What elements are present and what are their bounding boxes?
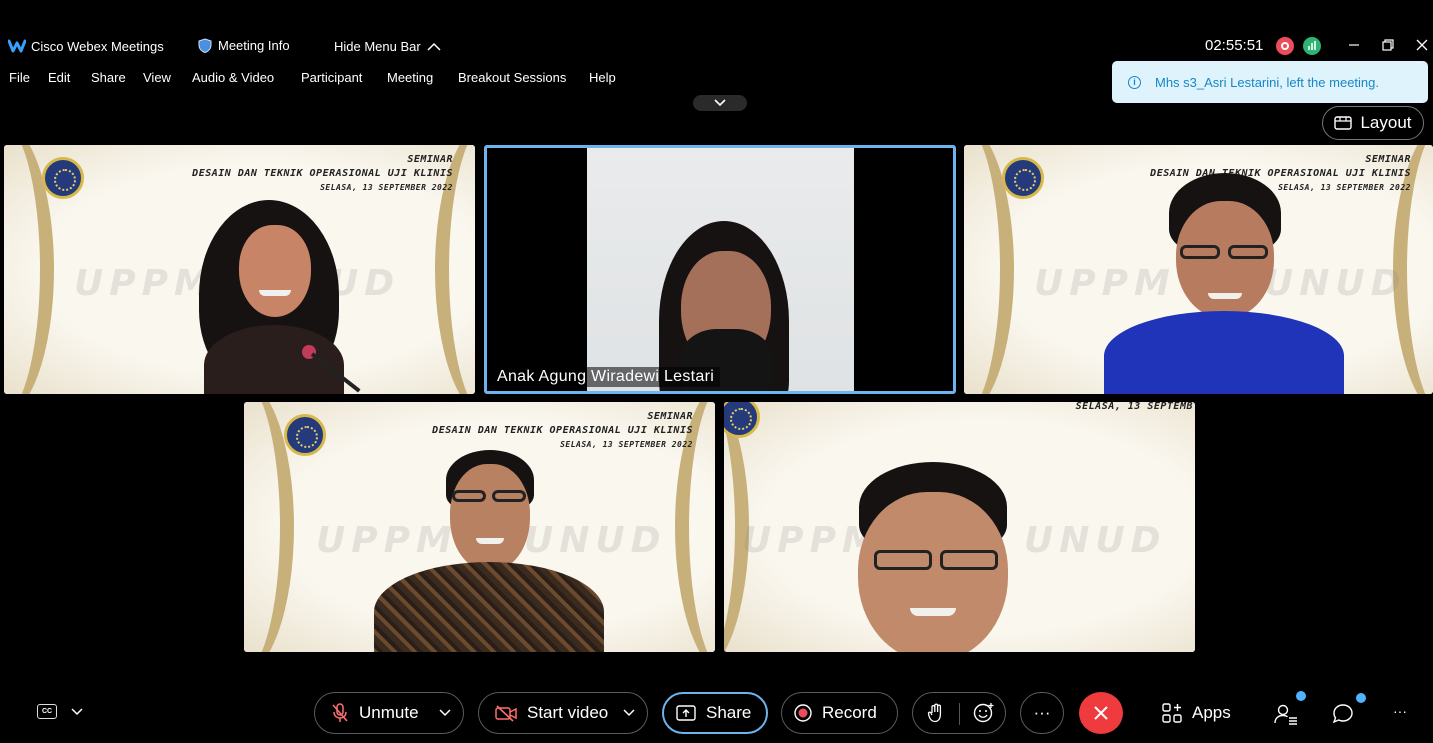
chat-bubble-icon <box>1332 704 1353 724</box>
menu-share[interactable]: Share <box>91 70 126 85</box>
record-label: Record <box>822 703 877 722</box>
menu-view[interactable]: View <box>143 70 171 85</box>
participants-button[interactable] <box>1274 691 1306 730</box>
layout-icon <box>1334 116 1353 130</box>
university-logo-icon <box>42 157 84 199</box>
chevron-down-icon[interactable] <box>623 709 635 717</box>
collapse-toggle-button[interactable] <box>693 95 747 111</box>
menu-breakout-sessions[interactable]: Breakout Sessions <box>458 70 566 85</box>
share-button[interactable]: Share <box>662 692 768 734</box>
video-tile[interactable]: SELASA, 13 SEPTEMB UPPM UNUD <box>724 402 1195 652</box>
video-tile[interactable]: SEMINAR DESAIN DAN TEKNIK OPERASIONAL UJ… <box>964 145 1433 394</box>
unmute-label: Unmute <box>359 703 419 722</box>
slide-header: SEMINAR DESAIN DAN TEKNIK OPERASIONAL UJ… <box>432 411 693 449</box>
participant-name-label: Anak Agung Wiradewi Lestari <box>491 367 721 387</box>
meeting-timer: 02:55:51 <box>1205 37 1264 54</box>
apps-label: Apps <box>1192 703 1231 722</box>
more-options-button[interactable]: ··· <box>1020 692 1064 734</box>
camera-off-icon <box>495 705 517 722</box>
menu-audio-video[interactable]: Audio & Video <box>192 70 274 85</box>
meeting-info-label: Meeting Info <box>218 38 290 53</box>
reactions-emoji-icon[interactable] <box>973 702 995 724</box>
microphone-muted-icon <box>332 703 348 722</box>
hide-menu-bar-button[interactable]: Hide Menu Bar <box>334 39 441 54</box>
video-tile-active-speaker[interactable]: Anak Agung Wiradewi Lestari <box>484 145 956 394</box>
university-logo-icon <box>284 414 326 456</box>
watermark-text: UNUD <box>1024 520 1167 561</box>
menu-meeting[interactable]: Meeting <box>387 70 433 85</box>
notification-toast: i Mhs s3_Asri Lestarini, left the meetin… <box>1112 61 1428 103</box>
apps-grid-icon <box>1162 703 1182 723</box>
minimize-icon[interactable] <box>1344 35 1364 55</box>
close-icon[interactable] <box>1412 35 1432 55</box>
chat-button[interactable] <box>1332 693 1366 730</box>
chevron-down-icon <box>714 99 726 107</box>
watermark-text: UD <box>329 263 401 304</box>
overflow-menu-icon: ··· <box>1393 703 1407 719</box>
reactions-group <box>912 692 1006 734</box>
share-label: Share <box>706 703 752 722</box>
share-screen-icon <box>676 705 696 721</box>
chevron-up-icon <box>427 42 441 51</box>
apps-button[interactable]: Apps <box>1162 703 1231 723</box>
closed-captions-icon: CC <box>37 704 57 719</box>
notification-badge <box>1296 691 1306 701</box>
start-video-label: Start video <box>527 703 609 722</box>
closed-captions-button[interactable]: CC <box>37 704 83 719</box>
network-health-icon[interactable] <box>1303 37 1321 55</box>
start-video-button[interactable]: Start video <box>478 692 648 734</box>
watermark-text: UNUD <box>524 520 667 561</box>
notification-badge <box>1356 693 1366 703</box>
more-options-icon: ··· <box>1033 703 1051 722</box>
chevron-down-icon[interactable] <box>439 709 451 717</box>
layout-button[interactable]: Layout <box>1322 106 1424 140</box>
info-icon: i <box>1128 75 1141 89</box>
layout-label: Layout <box>1360 113 1412 132</box>
toast-text: Mhs s3_Asri Lestarini, left the meeting. <box>1155 74 1379 90</box>
record-button[interactable]: Record <box>781 692 898 734</box>
menu-participant[interactable]: Participant <box>301 70 362 85</box>
leave-meeting-button[interactable] <box>1079 692 1123 734</box>
webex-logo-icon <box>8 39 26 53</box>
overflow-menu-button[interactable]: ··· <box>1393 703 1407 719</box>
close-icon <box>1094 706 1108 720</box>
watermark-text: UPPM <box>1034 263 1176 304</box>
university-logo-icon <box>1002 157 1044 199</box>
unmute-button[interactable]: Unmute <box>314 692 464 734</box>
video-tile[interactable]: SEMINAR DESAIN DAN TEKNIK OPERASIONAL UJ… <box>4 145 475 394</box>
slide-header: SELASA, 13 SEPTEMB <box>1075 402 1193 412</box>
menu-edit[interactable]: Edit <box>48 70 70 85</box>
restore-icon[interactable] <box>1378 35 1398 55</box>
hide-menu-label: Hide Menu Bar <box>334 39 421 54</box>
app-title: Cisco Webex Meetings <box>31 39 164 54</box>
watermark-text: UPPM <box>316 520 458 561</box>
chevron-down-icon <box>71 707 83 715</box>
record-icon <box>794 704 812 722</box>
participants-icon <box>1274 704 1297 725</box>
title-bar: Cisco Webex Meetings Meeting Info Hide M… <box>0 32 1433 62</box>
shield-icon <box>198 38 212 53</box>
raise-hand-icon[interactable] <box>927 703 945 723</box>
slide-header: SEMINAR DESAIN DAN TEKNIK OPERASIONAL UJ… <box>192 154 453 192</box>
watermark-text: UNUD <box>1264 263 1407 304</box>
recording-indicator-icon[interactable] <box>1276 37 1294 55</box>
menu-file[interactable]: File <box>9 70 30 85</box>
meeting-info-button[interactable]: Meeting Info <box>198 38 290 53</box>
menu-help[interactable]: Help <box>589 70 616 85</box>
video-tile[interactable]: SEMINAR DESAIN DAN TEKNIK OPERASIONAL UJ… <box>244 402 715 652</box>
